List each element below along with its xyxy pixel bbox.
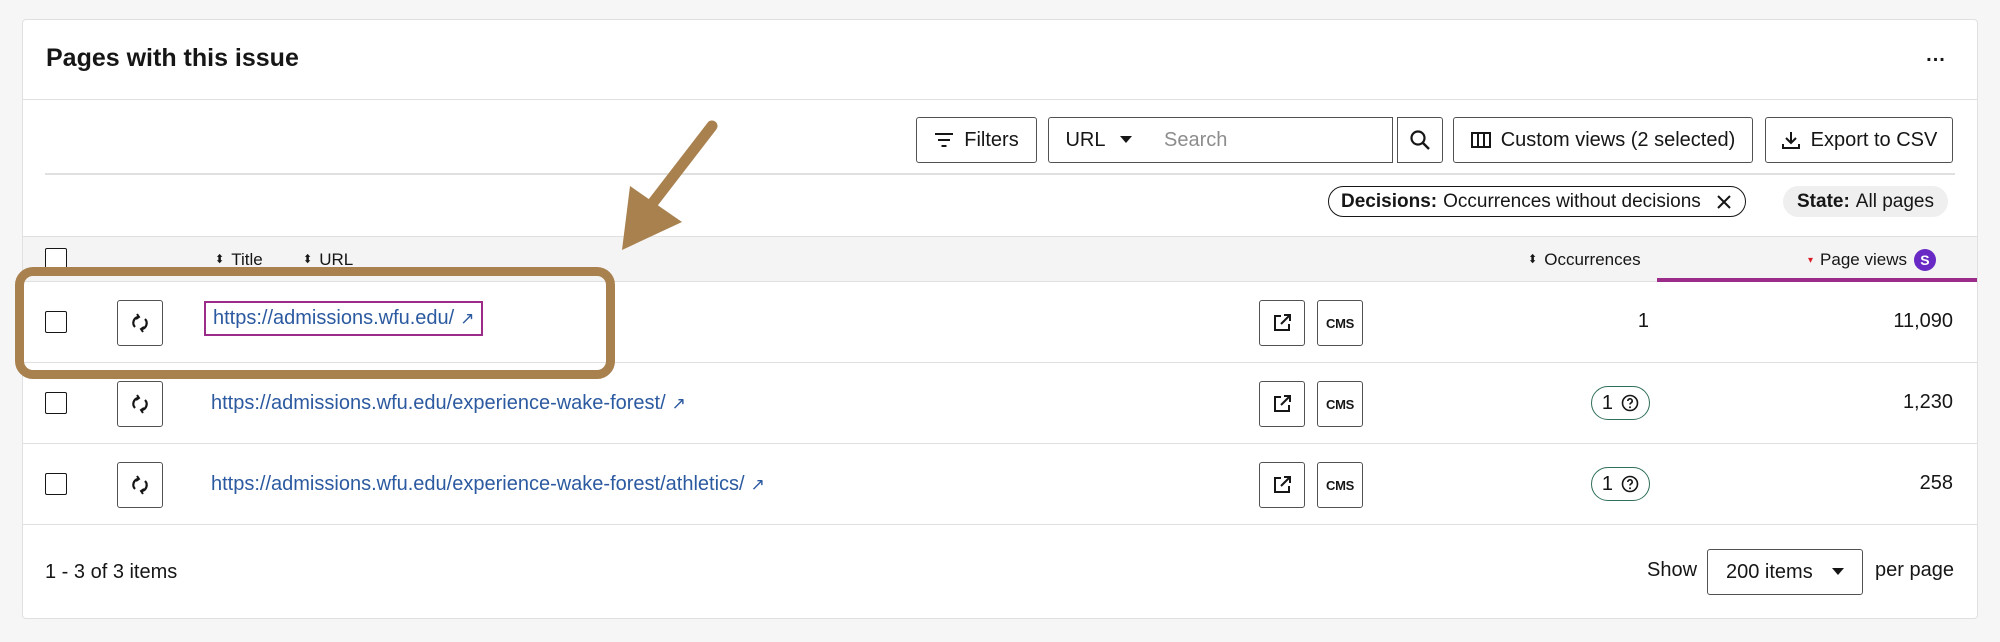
refresh-icon xyxy=(132,394,148,414)
state-chip-value: All pages xyxy=(1855,190,1934,212)
card-title: Pages with this issue xyxy=(46,44,299,72)
cms-label: CMS xyxy=(1326,315,1354,331)
external-link-icon: ↗ xyxy=(460,309,475,328)
column-occurrences-label: Occurrences xyxy=(1544,250,1641,269)
segment-badge: S xyxy=(1913,249,1936,271)
table-row: https://admissions.wfu.edu/ ↗ CMS 1 11,09… xyxy=(23,282,1977,363)
search-field-value: URL xyxy=(1065,128,1106,151)
table-row: https://admissions.wfu.edu/experience-wa… xyxy=(23,444,1977,525)
row-checkbox[interactable] xyxy=(45,311,67,333)
page-url-link[interactable]: https://admissions.wfu.edu/ ↗ xyxy=(203,301,484,336)
external-link-icon: ↗ xyxy=(671,394,686,413)
page-views-value: 1,230 xyxy=(1902,391,1953,413)
page-views-value: 258 xyxy=(1919,472,1953,494)
custom-views-button[interactable]: Custom views (2 selected) xyxy=(1453,117,1753,163)
column-title-label: Title xyxy=(231,250,263,269)
caret-down-icon xyxy=(1832,568,1844,575)
refresh-icon xyxy=(132,475,148,495)
search-input[interactable] xyxy=(1164,128,1392,152)
select-all-checkbox[interactable] xyxy=(45,248,67,270)
decisions-chip-key: Decisions: xyxy=(1341,190,1438,212)
occurrences-pill[interactable]: 1 xyxy=(1590,386,1650,420)
filters-button[interactable]: Filters xyxy=(916,117,1037,163)
toolbar-divider xyxy=(45,173,1955,175)
page-views-value: 11,090 xyxy=(1893,310,1953,332)
row-checkbox[interactable] xyxy=(45,392,67,414)
open-cms-button[interactable]: CMS xyxy=(1317,462,1363,508)
external-link-icon: ↗ xyxy=(750,475,765,494)
recheck-button[interactable] xyxy=(117,462,163,508)
refresh-icon xyxy=(132,313,148,333)
state-filter-chip: State: All pages xyxy=(1783,186,1948,217)
open-cms-button[interactable]: CMS xyxy=(1317,381,1363,427)
card-header: Pages with this issue ... xyxy=(23,20,1977,100)
search-input-wrapper xyxy=(1148,117,1393,163)
occurrences-value: 1 xyxy=(1637,310,1649,332)
export-csv-label: Export to CSV xyxy=(1810,128,1938,151)
page-url-link[interactable]: https://admissions.wfu.edu/experience-wa… xyxy=(211,392,686,415)
search-icon xyxy=(1410,130,1430,150)
items-per-page-select[interactable]: 200 items xyxy=(1707,549,1863,595)
table-header: ⬍ Title ⬍ URL ⬍ Occurrences ▾ Page views… xyxy=(23,236,1977,282)
page-url-link[interactable]: https://admissions.wfu.edu/experience-wa… xyxy=(211,473,765,496)
sort-descending-icon: ▾ xyxy=(1808,254,1814,266)
sort-icon: ⬍ xyxy=(303,252,313,267)
caret-down-icon xyxy=(1119,136,1132,143)
page-url-text: https://admissions.wfu.edu/experience-wa… xyxy=(211,473,745,495)
state-chip-key: State: xyxy=(1797,190,1850,212)
columns-icon xyxy=(1470,132,1491,148)
decisions-filter-chip: Decisions: Occurrences without decisions xyxy=(1328,186,1746,217)
open-page-button[interactable] xyxy=(1259,300,1305,346)
sort-icon: ⬍ xyxy=(1528,252,1538,267)
cms-label: CMS xyxy=(1326,396,1354,412)
recheck-button[interactable] xyxy=(117,381,163,427)
download-icon xyxy=(1781,132,1800,149)
column-header-url[interactable]: ⬍ URL xyxy=(303,237,353,283)
column-header-occurrences[interactable]: ⬍ Occurrences xyxy=(1528,237,1641,283)
help-icon xyxy=(1621,394,1639,412)
close-icon[interactable] xyxy=(1715,193,1733,211)
per-page-label: per page xyxy=(1875,559,1954,581)
items-per-page-value: 200 items xyxy=(1726,560,1813,583)
table-row: https://admissions.wfu.edu/experience-wa… xyxy=(23,363,1977,444)
search-button[interactable] xyxy=(1397,117,1443,163)
launch-icon xyxy=(1274,476,1291,493)
row-checkbox[interactable] xyxy=(45,473,67,495)
open-cms-button[interactable]: CMS xyxy=(1317,300,1363,346)
export-csv-button[interactable]: Export to CSV xyxy=(1765,117,1953,163)
recheck-button[interactable] xyxy=(117,300,163,346)
cms-label: CMS xyxy=(1326,477,1354,493)
open-page-button[interactable] xyxy=(1259,381,1305,427)
show-label: Show xyxy=(1647,559,1698,581)
custom-views-label: Custom views (2 selected) xyxy=(1500,128,1736,151)
column-url-label: URL xyxy=(319,250,354,269)
occurrences-value: 1 xyxy=(1601,472,1613,495)
column-header-page-views[interactable]: ▾ Page views S xyxy=(1808,237,1936,283)
occurrences-pill[interactable]: 1 xyxy=(1590,467,1650,501)
page-url-text: https://admissions.wfu.edu/ xyxy=(213,307,455,329)
column-header-title[interactable]: ⬍ Title xyxy=(215,237,263,283)
pagination-items-count: 1 - 3 of 3 items xyxy=(45,561,178,583)
help-icon xyxy=(1621,475,1639,493)
decisions-chip-value: Occurrences without decisions xyxy=(1443,190,1701,212)
overflow-menu-button[interactable]: ... xyxy=(1919,42,1953,76)
launch-icon xyxy=(1274,314,1291,331)
filters-label: Filters xyxy=(964,128,1019,151)
open-page-button[interactable] xyxy=(1259,462,1305,508)
occurrences-value: 1 xyxy=(1601,391,1613,414)
column-page-views-label: Page views xyxy=(1820,250,1907,269)
sort-icon: ⬍ xyxy=(215,252,225,267)
launch-icon xyxy=(1274,395,1291,412)
page-url-text: https://admissions.wfu.edu/experience-wa… xyxy=(211,392,666,414)
filter-icon xyxy=(935,133,954,147)
search-field-select[interactable]: URL xyxy=(1048,117,1149,163)
